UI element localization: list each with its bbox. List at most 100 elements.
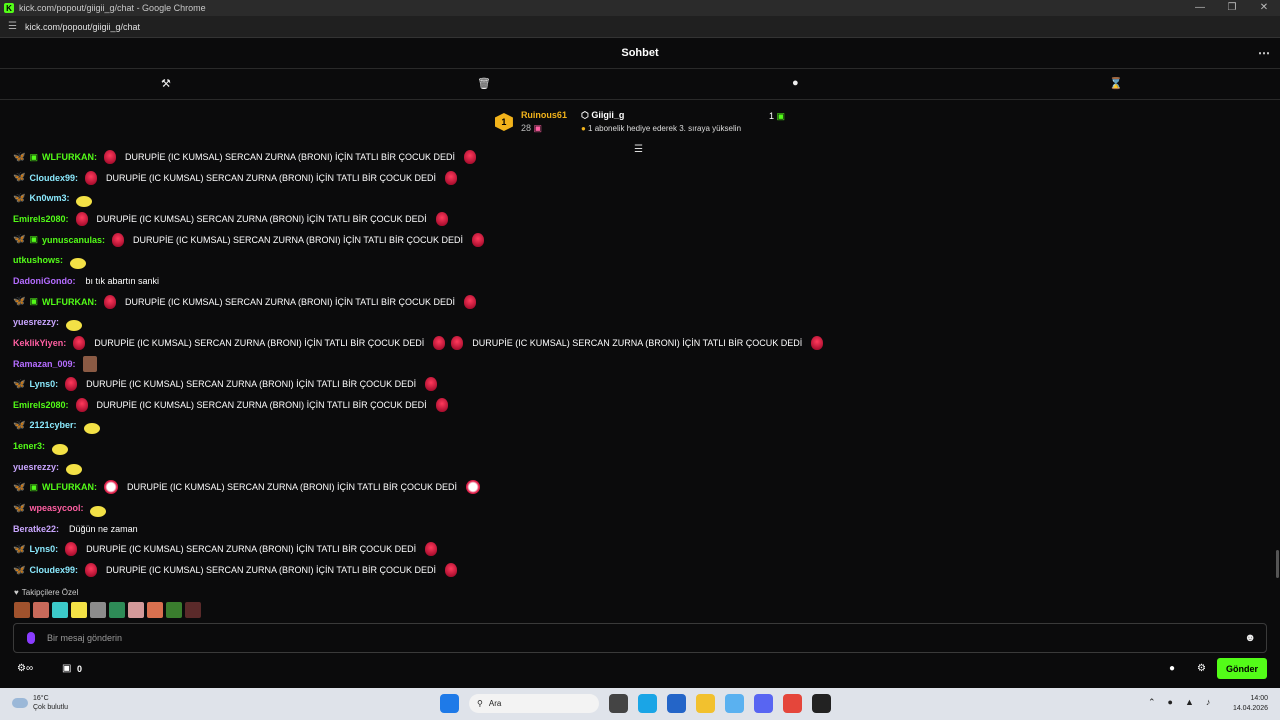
taskbar-search[interactable]: ⚲ Ara	[469, 694, 599, 713]
message-text: DURUPİE (IC KUMSAL) SERCAN ZURNA (BRONI)…	[86, 379, 417, 390]
emoji-icon[interactable]: ☻	[1244, 632, 1256, 644]
emote-icon	[73, 335, 86, 350]
chat-username[interactable]: Beratke22:	[13, 524, 59, 534]
chat-message: Emirels2080: DURUPİE (IC KUMSAL) SERCAN Z…	[13, 209, 451, 229]
chat-username[interactable]: yuesrezzy:	[13, 462, 59, 472]
emote-icon	[811, 335, 824, 350]
chat-username[interactable]: KeklikYiyen:	[13, 338, 66, 348]
emote-quick-bar	[14, 602, 201, 618]
emote-icon[interactable]	[109, 602, 125, 618]
butterfly-badge-icon: 🦋	[13, 172, 26, 184]
emote-icon[interactable]	[90, 602, 106, 618]
emote-icon	[66, 319, 83, 331]
chat-message: 🦋 ▣ yunuscanulas: DURUPİE (IC KUMSAL) SERCA…	[13, 230, 487, 250]
wifi-icon[interactable]: ▲	[1185, 697, 1194, 708]
chat-settings-bubble-icon[interactable]: ●	[1169, 663, 1175, 674]
emote-icon[interactable]	[71, 602, 87, 618]
chat-bubble-icon[interactable]: ●	[792, 77, 799, 89]
chat-username[interactable]: WLFURKAN:	[42, 152, 97, 162]
emote-icon[interactable]	[185, 602, 201, 618]
chat-username[interactable]: Cloudex99:	[29, 173, 78, 183]
more-options-icon[interactable]: ⋯	[1258, 46, 1270, 60]
chat-username[interactable]: Emirels2080:	[13, 400, 69, 410]
chat-username[interactable]: Ramazan_009:	[13, 359, 76, 369]
chat-username[interactable]: Kn0wm3:	[29, 193, 69, 203]
leader-username[interactable]: Ruinous61	[521, 109, 567, 122]
chat-message: 🦋 Lyns0: DURUPİE (IC KUMSAL) SERCAN ZURNA …	[13, 374, 440, 394]
message-input-box[interactable]: ☻	[13, 623, 1267, 653]
message-text: DURUPİE (IC KUMSAL) SERCAN ZURNA (BRONI)…	[94, 337, 425, 348]
mic-tray-icon[interactable]: ●	[1168, 697, 1173, 708]
emote-icon	[466, 480, 480, 495]
chat-username[interactable]: 2121cyber:	[29, 420, 76, 430]
address-bar[interactable]: ☰ kick.com/popout/giigii_g/chat	[0, 16, 1280, 38]
chat-username[interactable]: yunuscanulas:	[42, 235, 105, 245]
connections-icon[interactable]: ⚙∞	[17, 663, 33, 674]
url-text[interactable]: kick.com/popout/giigii_g/chat	[25, 22, 140, 32]
close-icon[interactable]: ✕	[1248, 0, 1280, 16]
store-app-icon[interactable]	[667, 694, 686, 713]
chat-username[interactable]: wpeasycool:	[29, 503, 83, 513]
minimize-icon[interactable]: —	[1184, 0, 1216, 16]
trash-icon[interactable]: 🗑	[477, 77, 491, 90]
chrome-icon[interactable]	[783, 694, 802, 713]
settings-app-icon[interactable]	[725, 694, 744, 713]
microphone-icon[interactable]	[27, 632, 35, 644]
butterfly-badge-icon: 🦋	[13, 419, 26, 431]
send-button[interactable]: Gönder	[1217, 658, 1267, 679]
medal-icon: ●	[580, 124, 586, 133]
emote-icon[interactable]	[128, 602, 144, 618]
chat-username[interactable]: Emirels2080:	[13, 214, 69, 224]
heart-icon: ♥	[14, 588, 19, 597]
weather-widget[interactable]: 16°C Çok bulutlu	[12, 694, 68, 712]
discord-icon[interactable]	[754, 694, 773, 713]
chat-username[interactable]: WLFURKAN:	[42, 482, 97, 492]
chat-username[interactable]: WLFURKAN:	[42, 297, 97, 307]
gear-icon[interactable]: ⚙	[1197, 663, 1206, 674]
message-text: DURUPİE (IC KUMSAL) SERCAN ZURNA (BRONI)…	[105, 565, 437, 575]
gift-box-icon: ▣	[776, 111, 786, 121]
search-icon: ⚲	[477, 699, 483, 708]
chat-username[interactable]: Lyns0:	[29, 544, 58, 554]
chat-username[interactable]: Cloudex99:	[29, 565, 78, 575]
store-icon[interactable]: ▣	[62, 663, 71, 674]
chevron-up-icon[interactable]: ⌃	[1148, 697, 1156, 708]
chat-title: Sohbet	[621, 47, 659, 59]
emote-icon[interactable]	[52, 602, 68, 618]
task-view-icon[interactable]	[609, 694, 628, 713]
gift-badge-icon: ▣	[29, 296, 38, 307]
scrollbar-thumb[interactable]	[1276, 550, 1279, 578]
volume-icon[interactable]: ♪	[1206, 697, 1211, 708]
hammer-icon[interactable]: ⚒	[161, 77, 171, 90]
hourglass-icon[interactable]: ⌛	[1109, 77, 1123, 90]
chat-username[interactable]: yuesrezzy:	[13, 317, 59, 327]
gift-badge-icon: ▣	[29, 481, 38, 492]
chat-message: Beratke22: Düğün ne zaman	[13, 519, 144, 539]
emote-icon[interactable]	[147, 602, 163, 618]
chat-username[interactable]: 1ener3:	[13, 441, 45, 451]
file-explorer-icon[interactable]	[696, 694, 715, 713]
gift-badge-icon: ▣	[29, 234, 38, 245]
hexagon-icon: ⬡	[580, 110, 589, 120]
windows-start-icon[interactable]	[440, 694, 459, 713]
emote-icon	[433, 335, 446, 350]
emote-icon[interactable]	[33, 602, 49, 618]
chat-message: 🦋 Kn0wm3:	[13, 188, 95, 208]
chat-message: yuesrezzy:	[13, 457, 85, 477]
emote-icon	[83, 422, 100, 434]
chat-username[interactable]: utkushows:	[13, 255, 63, 265]
chat-messages[interactable]: 🦋 ▣ WLFURKAN: DURUPİE (IC KUMSAL) SERCAN ZU…	[0, 150, 1280, 585]
site-settings-icon[interactable]: ☰	[8, 21, 17, 32]
app-icon[interactable]	[812, 694, 831, 713]
message-input[interactable]	[47, 633, 1245, 643]
restore-icon[interactable]: ❐	[1216, 0, 1248, 16]
emote-icon[interactable]	[166, 602, 182, 618]
butterfly-badge-icon: 🦋	[13, 481, 26, 493]
edge-icon[interactable]	[638, 694, 657, 713]
emote-icon	[425, 377, 438, 392]
emote-icon[interactable]	[14, 602, 30, 618]
clock[interactable]: 14:00 14.04.2026	[1233, 694, 1268, 714]
chat-username[interactable]: Lyns0:	[29, 379, 58, 389]
emote-icon	[75, 397, 88, 412]
chat-username[interactable]: DadoniGondo:	[13, 276, 76, 286]
